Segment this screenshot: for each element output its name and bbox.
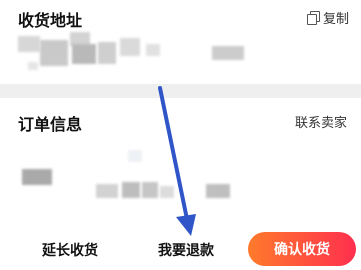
confirm-receipt-button[interactable]: 确认收货 [248,232,356,266]
extend-receipt-button[interactable]: 延长收货 [42,240,98,260]
contact-seller-button[interactable]: 联系卖家 [295,112,347,131]
order-info-title: 订单信息 [18,115,83,134]
copy-button[interactable]: 复制 [306,8,349,27]
bottom-action-bar: 延长收货 我要退款 确认收货 [0,226,361,270]
order-info-card: 订单信息 联系卖家 [0,98,361,226]
address-title: 收货地址 [18,11,83,30]
address-card: 收货地址 复制 [0,0,361,84]
copy-label: 复制 [322,12,349,27]
request-refund-button[interactable]: 我要退款 [158,240,214,260]
confirm-receipt-label: 确认收货 [274,242,330,258]
copy-icon [306,11,320,25]
